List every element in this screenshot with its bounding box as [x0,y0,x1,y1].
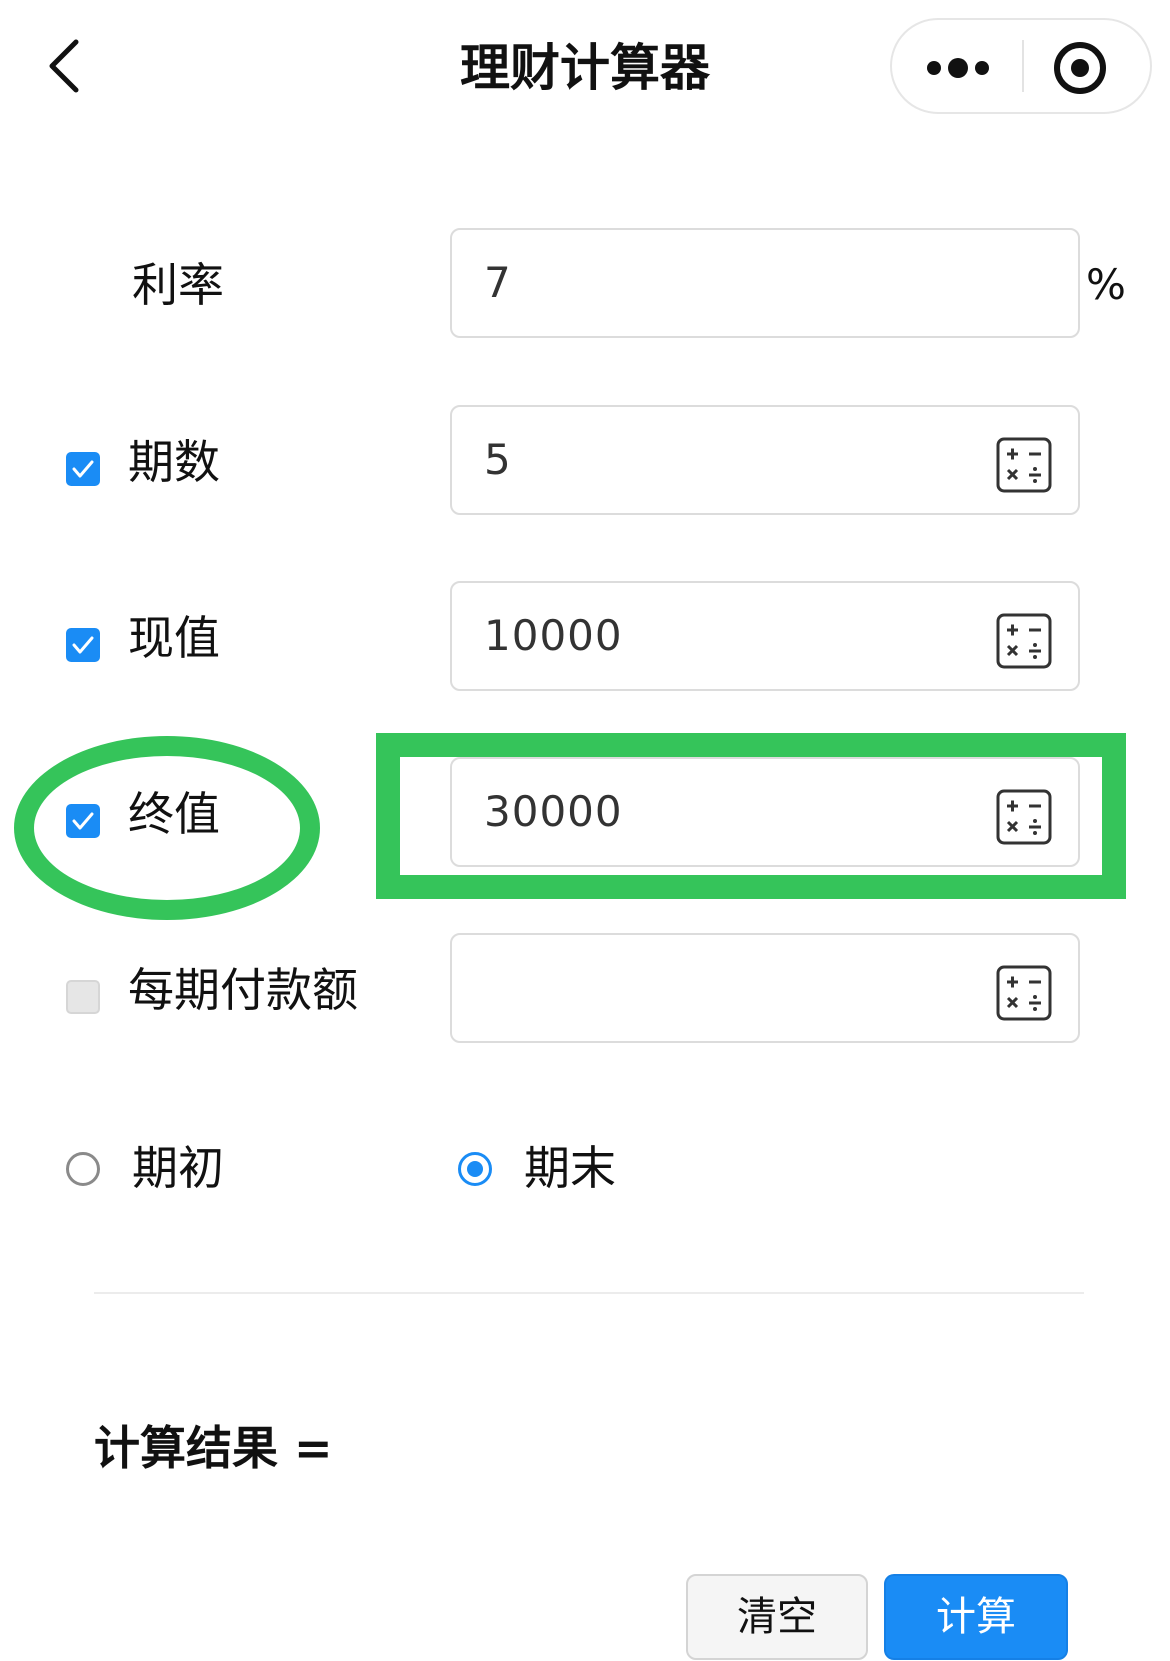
calculator-icon[interactable] [996,965,1052,1021]
close-button[interactable] [1024,20,1150,112]
clear-button[interactable]: 清空 [686,1574,868,1660]
mini-program-capsule [890,18,1152,114]
payment-checkbox[interactable] [66,980,100,1014]
payment-field[interactable] [450,933,1080,1043]
rate-value: 7 [484,258,512,307]
check-icon [72,460,94,478]
calculate-button[interactable]: 计算 [884,1574,1068,1660]
page-title: 理财计算器 [460,39,710,97]
calculator-icon[interactable] [996,437,1052,493]
check-icon [72,812,94,830]
target-circle-icon [1054,42,1106,94]
chevron-left-icon [49,39,79,93]
future-value-label: 终值 [128,787,220,841]
periods-field[interactable]: 5 [450,405,1080,515]
payment-label: 每期付款额 [128,963,358,1017]
section-divider [94,1292,1084,1294]
future-value-field[interactable]: 30000 [450,757,1080,867]
present-value-field[interactable]: 10000 [450,581,1080,691]
periods-label: 期数 [128,435,220,489]
future-value-value: 30000 [484,787,623,836]
percent-unit: % [1086,260,1126,309]
present-value-value: 10000 [484,611,623,660]
calculator-icon[interactable] [996,613,1052,669]
rate-field[interactable]: 7 [450,228,1080,338]
rate-label: 利率 [132,258,224,312]
result-label: 计算结果 = [94,1421,333,1475]
calculator-icon[interactable] [996,789,1052,845]
future-value-checkbox[interactable] [66,804,100,838]
present-value-checkbox[interactable] [66,628,100,662]
more-button[interactable] [892,20,1022,112]
periods-value: 5 [484,435,512,484]
check-icon [72,636,94,654]
radio-beginning[interactable] [66,1152,100,1186]
present-value-label: 现值 [128,611,220,665]
radio-beginning-label: 期初 [132,1141,224,1195]
back-button[interactable] [40,34,92,98]
more-dots-icon [927,58,989,78]
periods-checkbox[interactable] [66,452,100,486]
radio-end-label: 期末 [524,1141,616,1195]
radio-end[interactable] [458,1152,492,1186]
